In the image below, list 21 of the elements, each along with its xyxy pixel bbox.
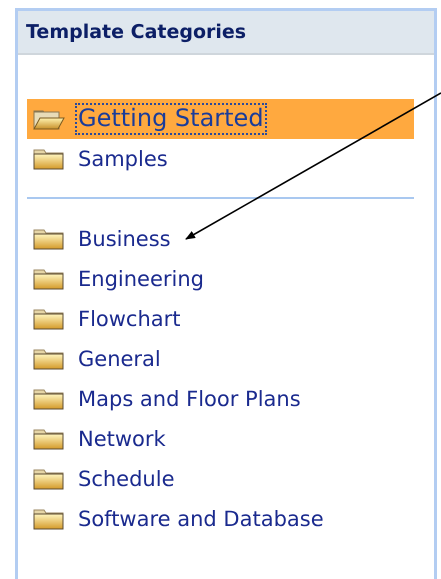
- category-item[interactable]: Business: [27, 219, 414, 259]
- folder-icon: [33, 228, 65, 250]
- folder-icon: [33, 468, 65, 490]
- folder-icon: [33, 508, 65, 530]
- category-item[interactable]: Schedule: [27, 459, 414, 499]
- folder-icon: [33, 428, 65, 450]
- folder-icon: [33, 348, 65, 370]
- panel-title: Template Categories: [26, 20, 246, 45]
- folder-icon: [33, 388, 65, 410]
- category-item[interactable]: General: [27, 339, 414, 379]
- category-item[interactable]: Engineering: [27, 259, 414, 299]
- category-item[interactable]: Maps and Floor Plans: [27, 379, 414, 419]
- folder-icon: [33, 148, 65, 170]
- category-item[interactable]: Network: [27, 419, 414, 459]
- folder-icon: [33, 268, 65, 290]
- category-item[interactable]: Flowchart: [27, 299, 414, 339]
- open-folder-icon: [33, 108, 65, 130]
- category-item[interactable]: Getting Started: [27, 99, 414, 139]
- category-item[interactable]: Samples: [27, 139, 414, 179]
- folder-icon: [33, 308, 65, 330]
- category-item[interactable]: Software and Database: [27, 499, 414, 539]
